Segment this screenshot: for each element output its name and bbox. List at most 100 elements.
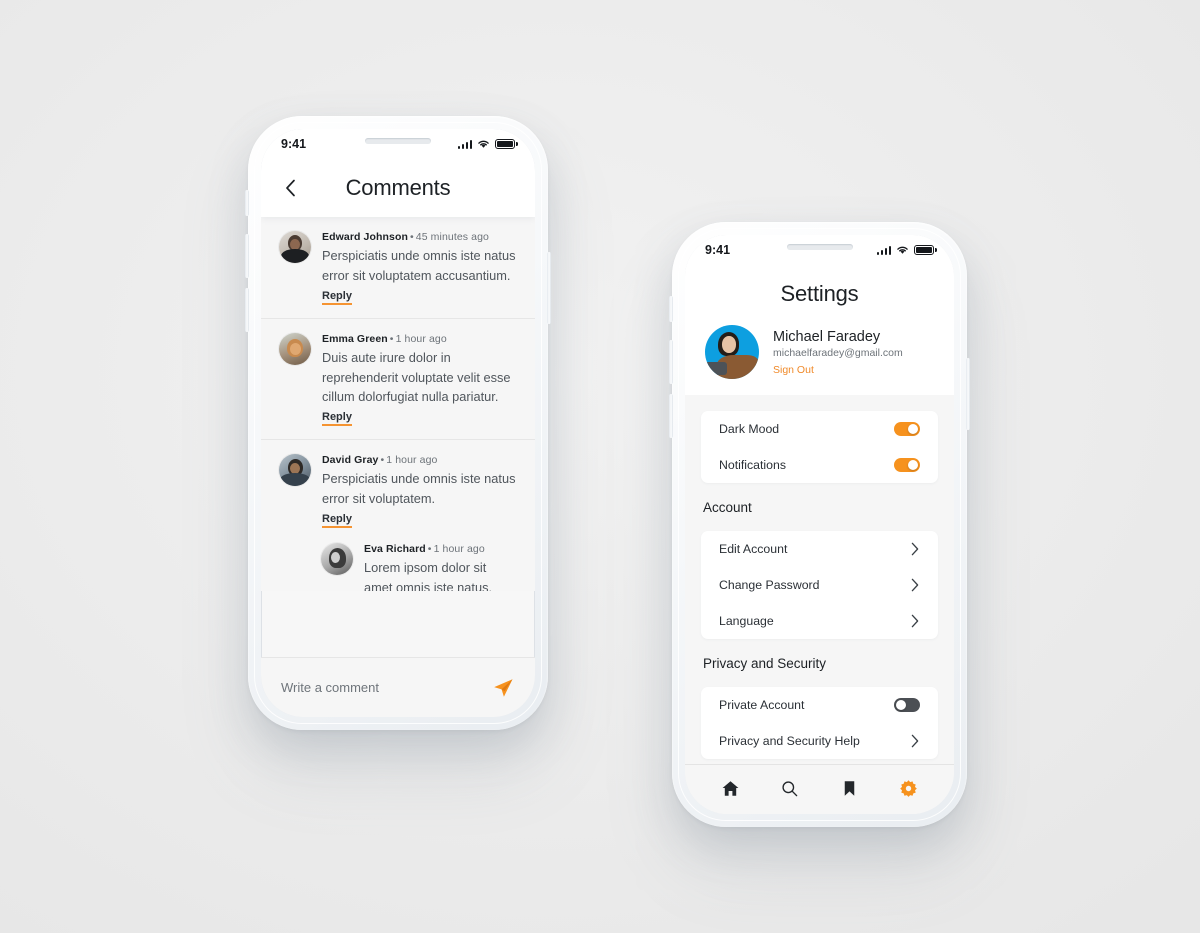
comment-thread: David Gray • 1 hour ago Perspiciatis unde …: [261, 440, 535, 591]
comment-author: Edward Johnson: [322, 231, 408, 243]
profile-card[interactable]: Michael Faradey michaelfaradey@gmail.com…: [685, 325, 954, 379]
comment-text: Lorem ipsom dolor sit amet omnis iste na…: [364, 560, 493, 591]
comment-text: Duis aute irure dolor in reprehenderit v…: [322, 349, 511, 405]
gear-icon[interactable]: [899, 779, 918, 798]
setting-label: Notifications: [719, 458, 786, 472]
private-account-toggle[interactable]: [894, 698, 920, 712]
comment-input[interactable]: Write a comment: [281, 680, 491, 695]
settings-header-block: Settings Michael Faradey michaelfaradey@…: [685, 265, 954, 395]
chevron-right-icon: [911, 734, 919, 748]
setting-row-privacy-help[interactable]: Privacy and Security Help: [701, 723, 938, 759]
setting-row-notifications[interactable]: Notifications: [701, 447, 938, 483]
send-paper-plane-icon[interactable]: [491, 676, 515, 700]
power-button[interactable]: [547, 252, 551, 324]
comment-text: Perspiciatis unde omnis iste natus error…: [322, 248, 516, 283]
volume-up-button[interactable]: [669, 340, 673, 384]
status-time: 9:41: [281, 137, 307, 151]
comment-body: David Gray • 1 hour ago Perspiciatis unde …: [322, 454, 517, 529]
battery-icon: [495, 139, 515, 149]
comment-body: Edward Johnson • 45 minutes ago Perspiciat…: [322, 231, 517, 305]
comment-meta: Eva Richard • 1 hour ago: [364, 543, 517, 555]
setting-label: Private Account: [719, 698, 805, 712]
comment-author: David Gray: [322, 454, 379, 467]
reply-button[interactable]: Reply: [322, 513, 352, 529]
comment-item[interactable]: Edward Johnson • 45 minutes ago Perspiciat…: [261, 217, 535, 319]
settings-screen: 9:41 Settings Michael Faradey michaelfar…: [685, 235, 954, 814]
mute-switch-button[interactable]: [245, 190, 249, 216]
reply-button[interactable]: Reply: [322, 411, 352, 427]
power-button[interactable]: [966, 358, 970, 430]
wifi-icon: [897, 246, 908, 254]
comments-screen: 9:41 Comments Edward Johnson • 45 minute…: [261, 129, 535, 717]
comment-item[interactable]: Emma Green • 1 hour ago Duis aute irure do…: [261, 319, 535, 441]
comment-text: Perspiciatis unde omnis iste natus error…: [322, 471, 516, 507]
setting-row-language[interactable]: Language: [701, 603, 938, 639]
notifications-toggle[interactable]: [894, 458, 920, 472]
avatar-david-gray: [279, 454, 311, 487]
profile-email: michaelfaradey@gmail.com: [773, 346, 903, 359]
comments-list[interactable]: Edward Johnson • 45 minutes ago Perspiciat…: [261, 217, 535, 591]
avatar-edward-johnson: [279, 231, 311, 263]
settings-phone: 9:41 Settings Michael Faradey michaelfar…: [669, 222, 970, 827]
bottom-tab-bar[interactable]: [685, 764, 954, 814]
preferences-card: Dark Mood Notifications: [701, 411, 938, 483]
comment-compose-bar[interactable]: Write a comment: [261, 657, 535, 717]
avatar-michael-faradey: [705, 325, 759, 379]
avatar-emma-green: [279, 332, 311, 365]
setting-row-private-account[interactable]: Private Account: [701, 687, 938, 723]
status-icon-group: [457, 139, 515, 149]
scene-background: 9:41 Comments Edward Johnson • 45 minute…: [0, 0, 1200, 933]
bookmark-icon[interactable]: [840, 779, 859, 798]
account-card: Edit Account Change Password Language: [701, 531, 938, 639]
volume-down-button[interactable]: [669, 394, 673, 438]
comment-time: 1 hour ago: [433, 543, 485, 556]
comment-meta: Edward Johnson • 45 minutes ago: [322, 231, 517, 243]
setting-label: Language: [719, 614, 774, 628]
dark-mood-toggle[interactable]: [894, 422, 920, 436]
privacy-card: Private Account Privacy and Security Hel…: [701, 687, 938, 759]
meta-separator: •: [389, 332, 394, 345]
meta-separator: •: [427, 543, 432, 556]
setting-label: Dark Mood: [719, 422, 780, 436]
avatar-eva-richard: [321, 543, 353, 576]
settings-body: Dark Mood Notifications Account Edit Acc…: [685, 395, 954, 764]
earpiece-speaker: [786, 244, 853, 250]
nested-reply-body: Eva Richard • 1 hour ago Lorem ipsom dolor…: [364, 543, 517, 591]
home-icon[interactable]: [721, 779, 740, 798]
comment-body: Emma Green • 1 hour ago Duis aute irure do…: [322, 333, 517, 427]
search-icon[interactable]: [780, 779, 799, 798]
comment-time: 45 minutes ago: [415, 231, 489, 243]
earpiece-speaker: [365, 138, 431, 144]
status-time: 9:41: [705, 243, 731, 257]
wifi-icon: [478, 140, 489, 148]
setting-row-edit-account[interactable]: Edit Account: [701, 531, 938, 567]
section-title-privacy: Privacy and Security: [703, 656, 827, 671]
status-bar: 9:41: [685, 235, 954, 265]
comment-author: Emma Green: [322, 332, 388, 345]
sign-out-link[interactable]: Sign Out: [773, 364, 903, 376]
chevron-right-icon: [911, 578, 919, 592]
comment-time: 1 hour ago: [386, 454, 438, 467]
mute-switch-button[interactable]: [669, 296, 673, 322]
reply-button[interactable]: Reply: [322, 290, 352, 305]
volume-up-button[interactable]: [245, 234, 249, 278]
chevron-right-icon: [911, 542, 919, 556]
back-button[interactable]: [279, 177, 301, 199]
setting-label: Change Password: [719, 578, 820, 592]
setting-row-change-password[interactable]: Change Password: [701, 567, 938, 603]
setting-row-dark-mood[interactable]: Dark Mood: [701, 411, 938, 447]
comment-item[interactable]: David Gray • 1 hour ago Perspiciatis unde …: [261, 440, 535, 541]
setting-label: Privacy and Security Help: [719, 734, 860, 748]
comment-time: 1 hour ago: [395, 332, 447, 345]
page-title: Settings: [780, 281, 859, 306]
settings-content: 9:41 Settings Michael Faradey michaelfar…: [685, 235, 954, 814]
setting-label: Edit Account: [719, 542, 788, 556]
chevron-left-icon: [285, 179, 295, 197]
nested-reply-item[interactable]: Eva Richard • 1 hour ago Lorem ipsom dolor…: [261, 541, 535, 591]
meta-separator: •: [410, 231, 414, 243]
profile-info: Michael Faradey michaelfaradey@gmail.com…: [773, 329, 903, 376]
volume-down-button[interactable]: [245, 288, 249, 332]
comments-phone: 9:41 Comments Edward Johnson • 45 minute…: [245, 116, 551, 730]
page-title: Comments: [345, 175, 451, 200]
battery-icon: [914, 245, 934, 255]
